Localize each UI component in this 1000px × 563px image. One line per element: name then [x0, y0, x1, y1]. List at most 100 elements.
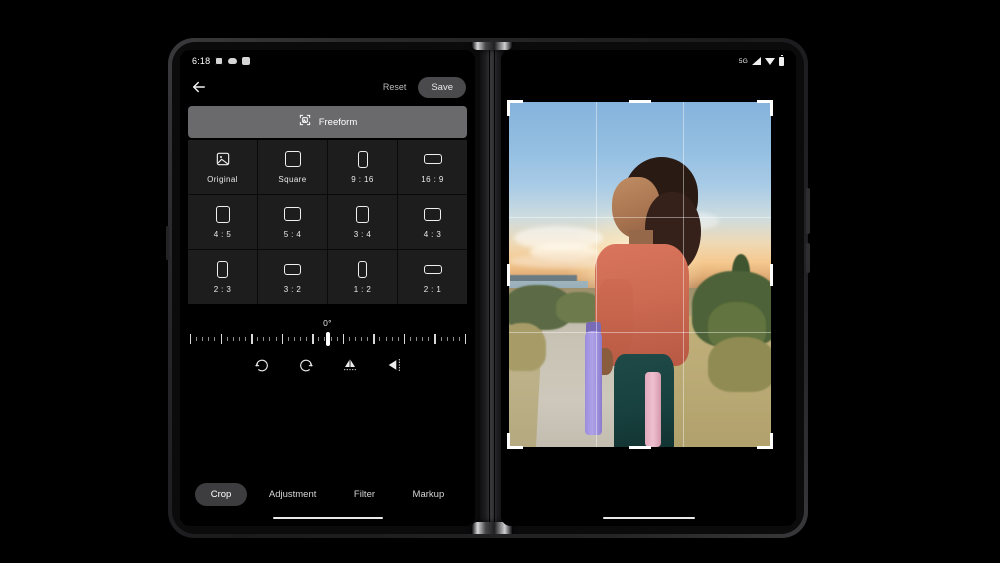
ruler-tick: [361, 337, 363, 341]
ratio-shape-icon: [284, 151, 301, 167]
crop-photo-icon: [298, 113, 312, 132]
ratio-shape-icon: [424, 207, 441, 221]
ratio-label: 9 : 16: [351, 174, 374, 184]
tab-crop[interactable]: Crop: [194, 483, 248, 506]
ratio-cell-45[interactable]: 4 : 5: [188, 195, 257, 249]
ruler-tick: [281, 334, 284, 344]
home-indicator-right: [602, 516, 695, 519]
reset-button[interactable]: Reset: [383, 82, 407, 92]
tab-adjustment[interactable]: Adjustment: [253, 483, 333, 506]
ratio-label: 2 : 1: [423, 284, 442, 294]
freeform-label: Freeform: [318, 116, 358, 128]
ratio-cell-23[interactable]: 2 : 3: [188, 250, 257, 304]
ratio-cell-169[interactable]: 16 : 9: [398, 140, 467, 194]
ratio-glyph: [423, 261, 442, 278]
device-screens: 6:18 Reset Save Freeform Original Square…: [172, 42, 804, 534]
ratio-label: 3 : 4: [353, 229, 372, 239]
status-bar-left: 6:18: [180, 50, 475, 72]
ruler-tick: [342, 334, 345, 344]
ratio-cell-square[interactable]: Square: [258, 140, 327, 194]
ruler-tick: [269, 337, 271, 341]
ruler-tick: [458, 337, 460, 341]
ruler-tick: [428, 337, 430, 341]
ratio-shape-icon: [284, 207, 301, 221]
ratio-cell-12[interactable]: 1 : 2: [328, 250, 397, 304]
water-bottle: [585, 331, 603, 436]
original-image-icon: [215, 151, 231, 168]
ratio-glyph: [356, 205, 369, 223]
ruler-tick: [397, 337, 399, 341]
ruler-tick: [379, 337, 381, 341]
ruler-tick: [367, 337, 369, 341]
ruler-tick: [403, 334, 406, 344]
hinge-seam: [494, 42, 495, 534]
volume-button[interactable]: [806, 243, 810, 273]
wifi-icon: [765, 57, 775, 65]
ruler-tick: [452, 337, 454, 341]
ruler-tick: [196, 337, 198, 341]
flip-vertical-icon[interactable]: [342, 357, 358, 373]
ruler-tick: [355, 337, 356, 341]
ratio-label: Square: [278, 174, 307, 184]
freeform-option[interactable]: Freeform: [188, 106, 467, 138]
back-arrow-icon[interactable]: [190, 78, 208, 96]
tab-filter[interactable]: Filter: [338, 483, 391, 506]
ruler-tick: [385, 337, 387, 341]
ruler-tick: [446, 337, 448, 341]
ruler-tick: [232, 337, 234, 341]
ruler-tick: [214, 337, 216, 341]
ruler-tick: [257, 337, 259, 341]
ratio-cell-34[interactable]: 3 : 4: [328, 195, 397, 249]
rotate-right-icon[interactable]: [298, 357, 314, 373]
ratio-cell-916[interactable]: 9 : 16: [328, 140, 397, 194]
camera-icon: [215, 57, 224, 65]
hinge-seam: [489, 42, 490, 534]
ratio-glyph: [423, 151, 442, 168]
ruler-tick: [312, 334, 314, 344]
ruler-tick: [300, 337, 301, 341]
rotate-left-icon[interactable]: [254, 357, 270, 373]
ruler-tick: [336, 337, 338, 341]
ratio-cell-21[interactable]: 2 : 1: [398, 250, 467, 304]
flip-horizontal-icon[interactable]: [386, 357, 402, 373]
status-bar-right: 5G: [501, 50, 796, 72]
ratio-glyph: [424, 206, 441, 223]
ratio-shape-icon: [356, 205, 369, 223]
hinge-clasp-top: [472, 42, 512, 50]
ruler-tick: [226, 337, 228, 341]
rotation-slider[interactable]: [190, 331, 467, 347]
aspect-ratio-grid: Original Square 9 : 16 16 : 9 4 : 5 5 : 4 3 : …: [188, 140, 467, 304]
power-button[interactable]: [806, 188, 810, 234]
ratio-cell-54[interactable]: 5 : 4: [258, 195, 327, 249]
side-button-left[interactable]: [166, 226, 169, 260]
left-screen: 6:18 Reset Save Freeform Original Square…: [180, 50, 475, 526]
ratio-glyph: [215, 205, 230, 223]
ruler-tick: [202, 337, 204, 341]
crop-canvas[interactable]: [507, 100, 773, 449]
bush: [708, 336, 771, 392]
ruler-tick: [245, 337, 246, 341]
ratio-cell-43[interactable]: 4 : 3: [398, 195, 467, 249]
battery-icon: [779, 54, 784, 66]
tab-markup[interactable]: Markup: [397, 483, 461, 506]
ratio-shape-icon: [358, 260, 367, 278]
leggings: [614, 354, 675, 447]
rotation-slider-thumb[interactable]: [325, 332, 330, 346]
ratio-glyph: [358, 260, 367, 278]
save-button[interactable]: Save: [418, 76, 466, 98]
ratio-glyph: [357, 150, 368, 168]
ratio-shape-icon: [217, 260, 228, 278]
ruler-tick: [348, 337, 350, 341]
ratio-label: Original: [207, 174, 238, 184]
ratio-glyph: [284, 261, 301, 278]
ruler-tick: [373, 334, 375, 344]
editor-tabs: Crop Adjustment Filter Markup: [180, 483, 475, 506]
ratio-label: 16 : 9: [421, 174, 444, 184]
ruler-tick: [190, 334, 192, 344]
ratio-cell-32[interactable]: 3 : 2: [258, 250, 327, 304]
ruler-tick: [293, 337, 295, 341]
ruler-tick: [287, 337, 289, 341]
app-bar: Reset Save: [180, 72, 475, 102]
ruler-tick: [434, 334, 436, 344]
ratio-cell-original[interactable]: Original: [188, 140, 257, 194]
